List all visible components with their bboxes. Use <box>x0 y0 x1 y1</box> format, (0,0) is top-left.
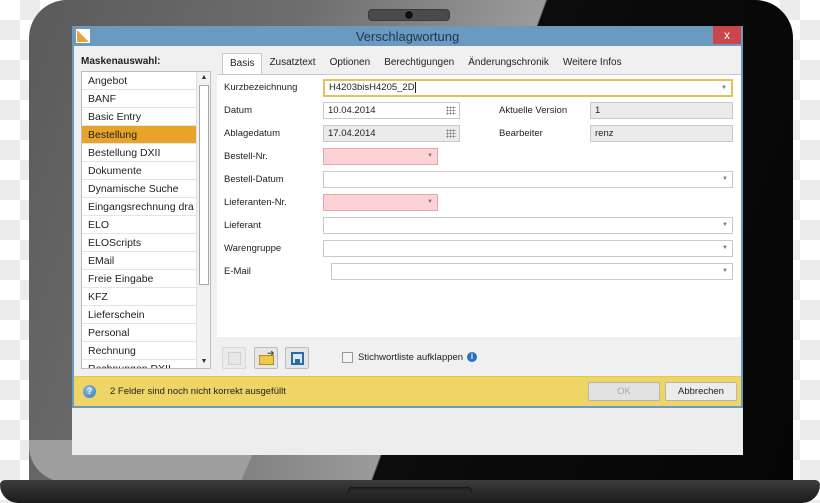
keywords-icon <box>228 352 241 365</box>
ablagedatum-input[interactable]: 17.04.2014 <box>323 125 460 142</box>
aktuelle-version-field: 1 <box>590 102 733 119</box>
scroll-up-icon[interactable]: ▲ <box>197 72 210 84</box>
ablagedatum-value: 17.04.2014 <box>328 128 376 139</box>
chevron-down-icon[interactable]: ▼ <box>427 149 433 164</box>
mask-list-item[interactable]: Personal <box>82 324 196 342</box>
tab-zusatztext[interactable]: Zusatztext <box>262 53 322 74</box>
chevron-down-icon[interactable]: ▼ <box>427 195 433 210</box>
mask-list-item[interactable]: Rechnungen DXII <box>82 360 196 368</box>
form-panel: Kurzbezeichnung H4203bisH4205_2D ▼ Datum… <box>217 74 741 337</box>
warengruppe-select[interactable]: ▼ <box>323 240 733 257</box>
app-logo-icon <box>76 29 90 43</box>
arrow-icon: ➜ <box>267 348 275 358</box>
mask-list-item[interactable]: Eingangsrechnung dra <box>82 198 196 216</box>
scrollbar[interactable]: ▲ ▼ <box>196 72 210 368</box>
chevron-down-icon[interactable]: ▼ <box>722 264 728 279</box>
bestell-datum-select[interactable]: ▼ <box>323 171 733 188</box>
chevron-down-icon[interactable]: ▼ <box>722 172 728 187</box>
laptop-notch <box>348 487 472 495</box>
datum-label: Datum <box>224 105 252 116</box>
tab-bar: Basis Zusatztext Optionen Berechtigungen… <box>222 53 629 75</box>
lieferanten-nr-select[interactable]: ▼ <box>323 194 438 211</box>
text-caret <box>414 81 416 93</box>
bestell-datum-label: Bestell-Datum <box>224 174 284 185</box>
lieferant-select[interactable]: ▼ <box>323 217 733 234</box>
datum-input[interactable]: 10.04.2014 <box>323 102 460 119</box>
mask-list-item[interactable]: KFZ <box>82 288 196 306</box>
ok-button[interactable]: OK <box>588 382 660 401</box>
open-button[interactable]: ➜ <box>254 347 278 369</box>
dialog-body: Maskenauswahl: Angebot BANF Basic Entry Bes… <box>74 46 741 406</box>
email-label: E-Mail <box>224 266 251 277</box>
chevron-down-icon[interactable]: ▼ <box>722 241 728 256</box>
mask-list-item[interactable]: BANF <box>82 90 196 108</box>
bestell-nr-select[interactable]: ▼ <box>323 148 438 165</box>
tab-weitere-infos[interactable]: Weitere Infos <box>556 53 629 74</box>
mask-list-item[interactable]: Dynamische Suche <box>82 180 196 198</box>
mask-list: Angebot BANF Basic Entry Bestellung Bestellu… <box>81 71 211 369</box>
stichwortliste-label[interactable]: Stichwortliste aufklappen <box>358 352 463 363</box>
mask-list-item[interactable]: ELOScripts <box>82 234 196 252</box>
warengruppe-label: Warengruppe <box>224 243 282 254</box>
keywords-button[interactable] <box>222 347 246 369</box>
stichwortliste-checkbox[interactable] <box>342 352 353 363</box>
lieferant-label: Lieferant <box>224 220 261 231</box>
status-bar: ? 2 Felder sind noch nicht korrekt ausge… <box>74 376 741 406</box>
save-icon <box>291 352 304 365</box>
mask-list-item[interactable]: Angebot <box>82 72 196 90</box>
mask-list-item[interactable]: Dokumente <box>82 162 196 180</box>
email-select[interactable]: ▼ <box>331 263 733 280</box>
camera-icon <box>404 10 414 20</box>
help-icon[interactable]: ? <box>83 385 96 398</box>
scroll-thumb[interactable] <box>199 85 209 285</box>
title-bar: Verschlagwortung x <box>74 26 741 46</box>
mask-list-item[interactable]: Lieferschein <box>82 306 196 324</box>
status-message: 2 Felder sind noch nicht korrekt ausgefü… <box>110 386 286 397</box>
tab-aenderungschronik[interactable]: Änderungschronik <box>461 53 556 74</box>
close-button[interactable]: x <box>713 26 741 44</box>
bearbeiter-field: renz <box>590 125 733 142</box>
tab-optionen[interactable]: Optionen <box>323 53 378 74</box>
dialog-window: Verschlagwortung x Maskenauswahl: Angebo… <box>72 26 743 408</box>
screen: Verschlagwortung x Maskenauswahl: Angebo… <box>72 26 743 455</box>
mask-list-item[interactable]: Rechnung <box>82 342 196 360</box>
save-button[interactable] <box>285 347 309 369</box>
mask-list-item[interactable]: Bestellung <box>82 126 196 144</box>
mask-list-item[interactable]: Bestellung DXII <box>82 144 196 162</box>
kurzbezeichnung-input[interactable]: H4203bisH4205_2D ▼ <box>323 79 733 97</box>
mask-list-item[interactable]: ELO <box>82 216 196 234</box>
lieferanten-nr-label: Lieferanten-Nr. <box>224 197 287 208</box>
aktuelle-version-label: Aktuelle Version <box>499 105 568 116</box>
datum-value: 10.04.2014 <box>328 105 376 116</box>
chevron-down-icon[interactable]: ▼ <box>721 81 727 96</box>
mask-list-item[interactable]: Freie Eingabe <box>82 270 196 288</box>
window-title: Verschlagwortung <box>355 29 460 44</box>
chevron-down-icon[interactable]: ▼ <box>722 218 728 233</box>
calendar-icon[interactable] <box>446 129 456 138</box>
kurzbezeichnung-value: H4203bisH4205_2D <box>329 82 415 93</box>
bearbeiter-label: Bearbeiter <box>499 128 543 139</box>
mask-list-item[interactable]: EMail <box>82 252 196 270</box>
bestell-nr-label: Bestell-Nr. <box>224 151 268 162</box>
cancel-button[interactable]: Abbrechen <box>665 382 737 401</box>
kurzbezeichnung-label: Kurzbezeichnung <box>224 82 298 93</box>
info-icon[interactable]: i <box>467 352 477 362</box>
ablagedatum-label: Ablagedatum <box>224 128 280 139</box>
scroll-down-icon[interactable]: ▼ <box>197 356 210 368</box>
mask-selection-label: Maskenauswahl: <box>81 56 161 67</box>
calendar-icon[interactable] <box>446 106 456 115</box>
tab-berechtigungen[interactable]: Berechtigungen <box>377 53 461 74</box>
tab-basis[interactable]: Basis <box>222 53 263 75</box>
mask-list-item[interactable]: Basic Entry <box>82 108 196 126</box>
